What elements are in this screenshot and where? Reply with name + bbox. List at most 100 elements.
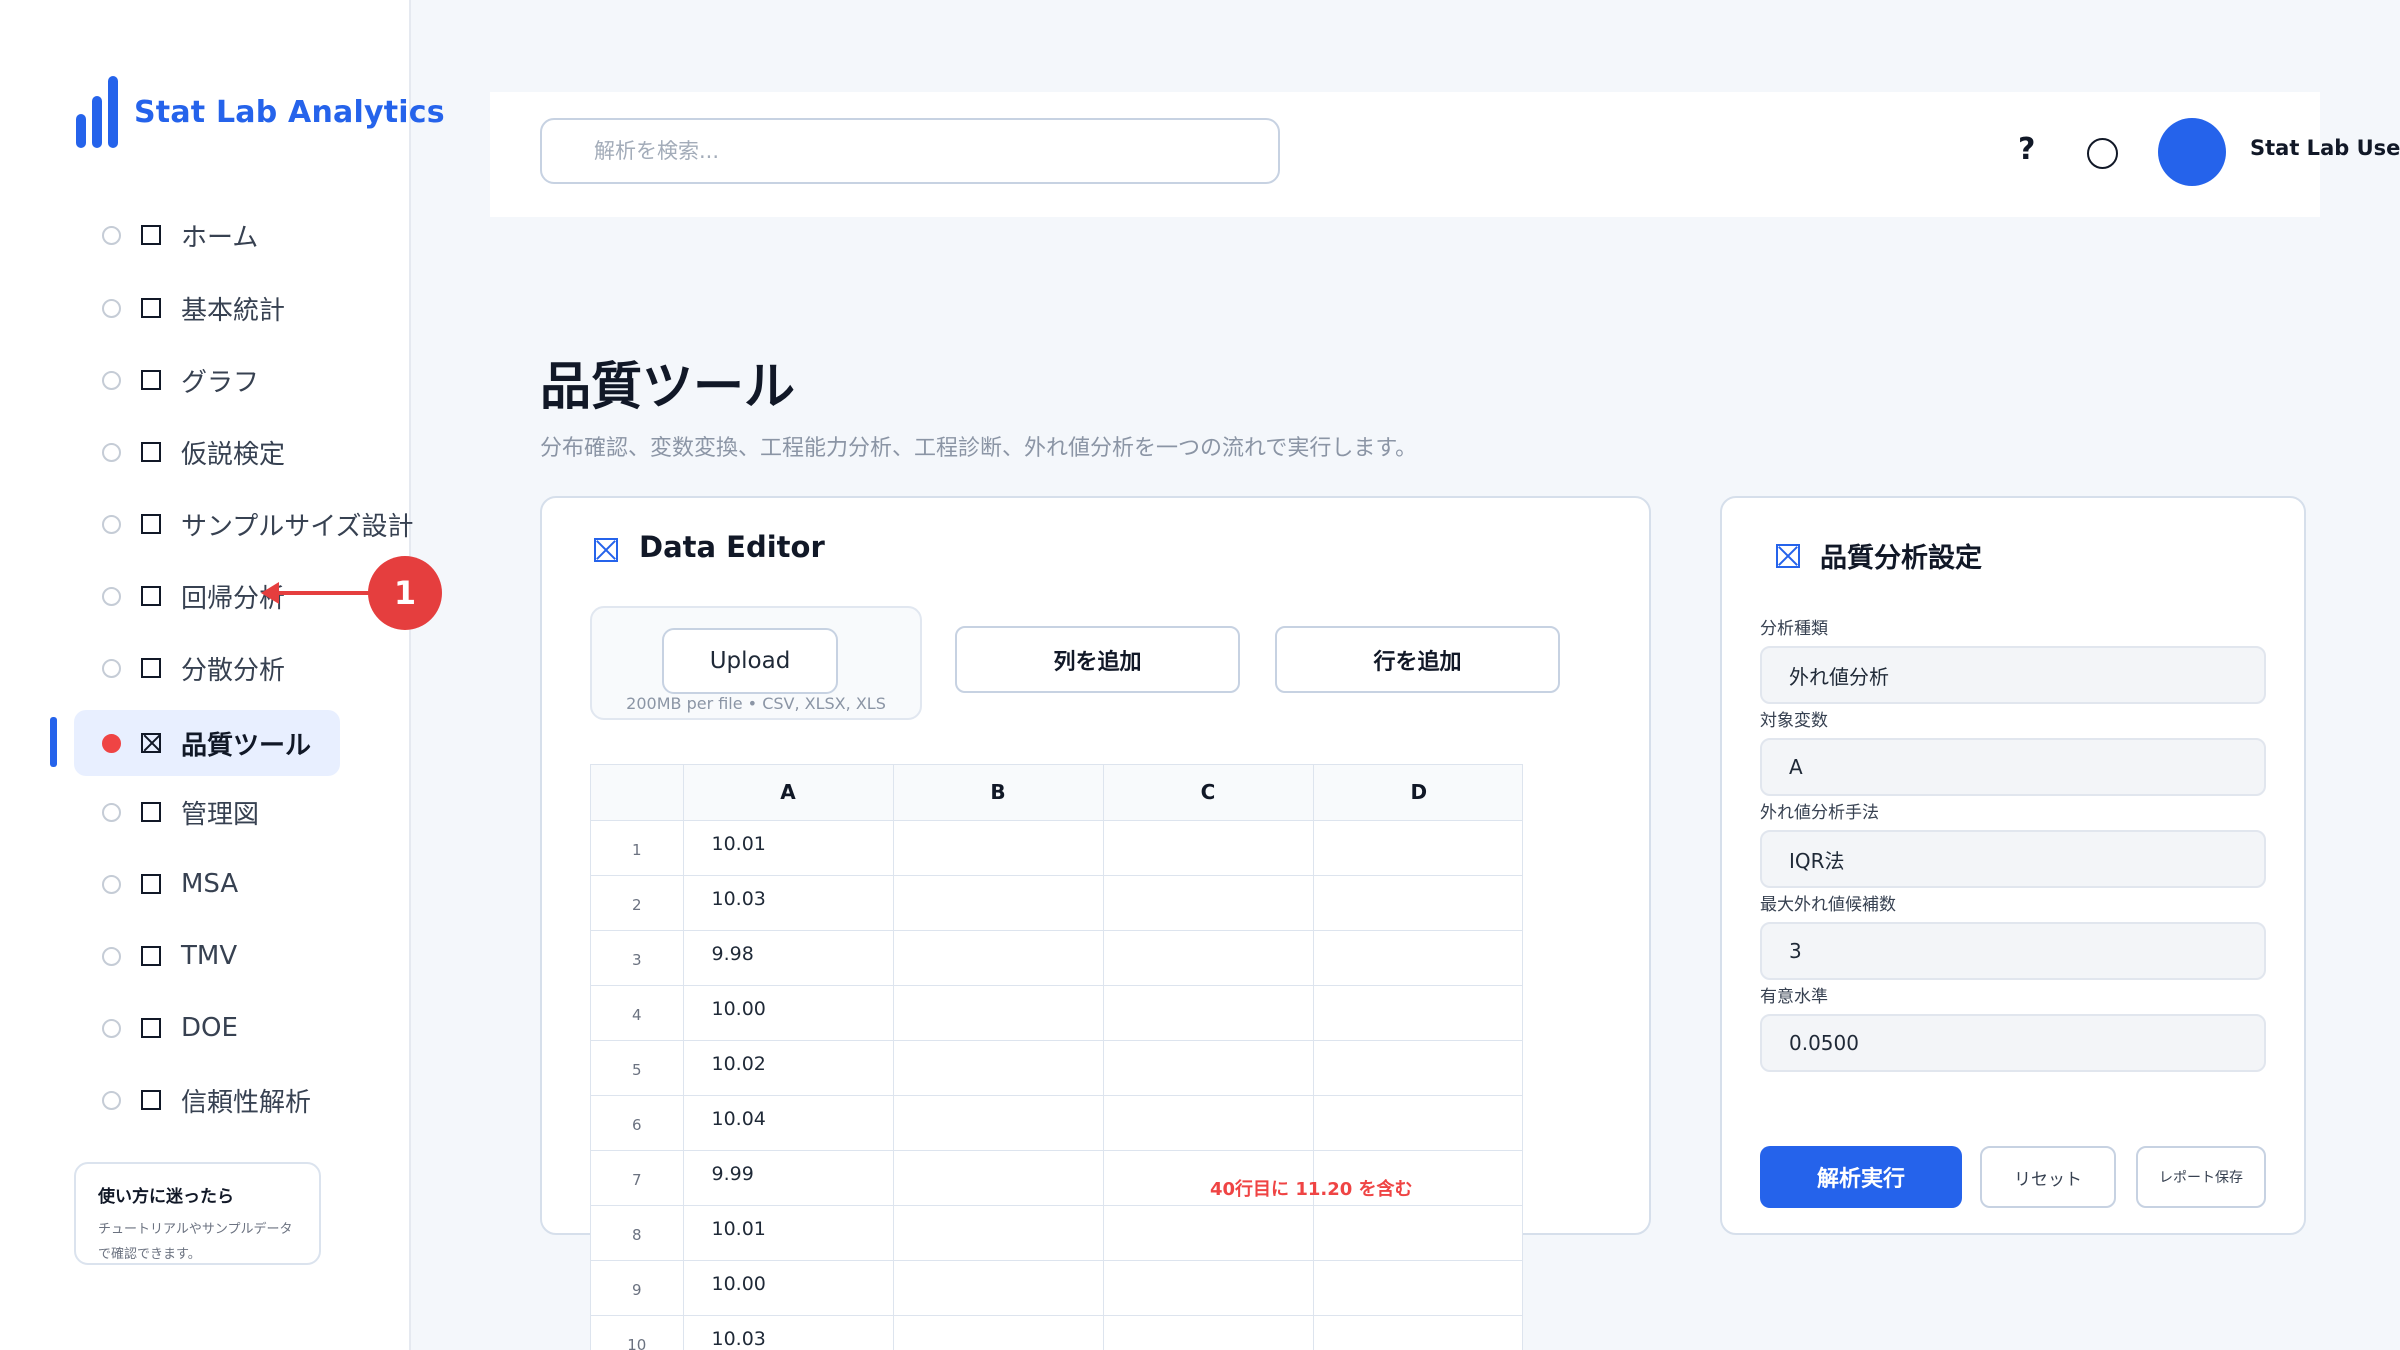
cell[interactable] <box>1313 985 1522 1041</box>
sidebar-item-control-chart[interactable]: 管理図 <box>74 779 340 845</box>
checkbox-icon <box>141 802 161 822</box>
row-number: 3 <box>591 930 684 986</box>
sidebar-item-label: 品質ツール <box>181 730 312 761</box>
cell[interactable] <box>893 1260 1104 1316</box>
data-grid[interactable]: A B C D 1 10.01 2 10.03 3 9.98 4 10.00 5… <box>590 764 1523 1350</box>
annotation-arrow-head-icon <box>261 582 279 604</box>
settings-title: 品質分析設定 <box>1820 543 1982 574</box>
sidebar-item-quality-tools[interactable]: 品質ツール <box>74 710 340 776</box>
cell[interactable]: 9.98 <box>683 930 894 986</box>
row-number: 2 <box>591 875 684 931</box>
significance-level-field[interactable]: 0.0500 <box>1760 1014 2266 1072</box>
sidebar-item-anova[interactable]: 分散分析 <box>74 635 340 701</box>
cell[interactable] <box>1103 1095 1314 1151</box>
reset-button[interactable]: リセット <box>1980 1146 2116 1208</box>
sidebar-item-label: 基本統計 <box>181 295 286 326</box>
cell[interactable] <box>893 875 1104 931</box>
cell[interactable] <box>893 930 1104 986</box>
add-column-button[interactable]: 列を追加 <box>955 626 1240 693</box>
cell[interactable]: 9.99 <box>683 1150 894 1206</box>
cell[interactable] <box>1313 1315 1522 1350</box>
cell[interactable] <box>1103 820 1314 876</box>
column-header-b[interactable]: B <box>893 765 1104 821</box>
cell[interactable]: 10.03 <box>683 875 894 931</box>
cell[interactable]: 10.04 <box>683 1095 894 1151</box>
sidebar-item-regression[interactable]: 回帰分析 <box>74 563 340 629</box>
cell[interactable] <box>1103 985 1314 1041</box>
row-number: 8 <box>591 1205 684 1261</box>
page-subtitle: 分布確認、変数変換、工程能力分析、工程診断、外れ値分析を一つの流れで実行します。 <box>540 436 1418 461</box>
radio-icon <box>102 370 121 390</box>
sidebar-item-doe[interactable]: DOE <box>74 995 340 1061</box>
run-analysis-button[interactable]: 解析実行 <box>1760 1146 1962 1208</box>
sidebar-item-basic-stats[interactable]: 基本統計 <box>74 275 340 341</box>
radio-icon <box>102 514 121 534</box>
cell[interactable]: 10.00 <box>683 1260 894 1316</box>
cell[interactable] <box>1103 1040 1314 1096</box>
cell[interactable] <box>1103 1315 1314 1350</box>
max-outliers-field[interactable]: 3 <box>1760 922 2266 980</box>
save-report-button[interactable]: レポート保存 <box>2136 1146 2266 1208</box>
help-card-title: 使い方に迷ったら <box>98 1187 234 1207</box>
row-number: 10 <box>591 1315 684 1350</box>
notification-circle-icon[interactable] <box>2087 138 2118 169</box>
outlier-method-select[interactable]: IQR法 <box>1760 830 2266 888</box>
avatar[interactable] <box>2158 118 2226 186</box>
cell[interactable] <box>893 1040 1104 1096</box>
cell[interactable]: 10.03 <box>683 1315 894 1350</box>
cell[interactable] <box>1103 875 1314 931</box>
cell[interactable]: 10.01 <box>683 1205 894 1261</box>
upload-button[interactable]: Upload <box>662 628 838 694</box>
cell[interactable] <box>1313 820 1522 876</box>
cell[interactable] <box>893 820 1104 876</box>
cell[interactable] <box>1313 1095 1522 1151</box>
cell[interactable] <box>1313 930 1522 986</box>
cell[interactable] <box>893 985 1104 1041</box>
cell[interactable] <box>1313 875 1522 931</box>
column-header-d[interactable]: D <box>1313 765 1522 821</box>
sidebar-item-tmv[interactable]: TMV <box>74 923 340 989</box>
sidebar-item-hypothesis-test[interactable]: 仮説検定 <box>74 419 340 485</box>
checkbox-icon <box>141 946 161 966</box>
user-name[interactable]: Stat Lab User <box>2250 136 2400 160</box>
sidebar-item-graph[interactable]: グラフ <box>74 347 340 413</box>
sidebar-item-label: ホーム <box>181 222 259 253</box>
cell[interactable] <box>893 1315 1104 1350</box>
sidebar-item-label: グラフ <box>181 367 260 398</box>
target-variable-select[interactable]: A <box>1760 738 2266 796</box>
radio-icon <box>102 658 121 678</box>
column-header-c[interactable]: C <box>1103 765 1314 821</box>
data-editor-title: Data Editor <box>639 530 825 564</box>
sidebar-item-sample-size[interactable]: サンプルサイズ設計 <box>74 491 413 557</box>
sidebar-item-msa[interactable]: MSA <box>74 851 340 917</box>
cell[interactable] <box>1103 930 1314 986</box>
sidebar-item-home[interactable]: ホーム <box>74 202 340 268</box>
sidebar-item-reliability[interactable]: 信頼性解析 <box>74 1067 340 1133</box>
sidebar-item-label: サンプルサイズ設計 <box>181 511 414 542</box>
cell[interactable]: 10.01 <box>683 820 894 876</box>
brand-name: Stat Lab Analytics <box>134 94 445 130</box>
cell[interactable] <box>1313 1260 1522 1316</box>
cell[interactable] <box>893 1095 1104 1151</box>
column-header-a[interactable]: A <box>683 765 894 821</box>
help-card[interactable]: 使い方に迷ったら チュートリアルやサンプルデータで確認できます。 <box>74 1162 321 1265</box>
help-question-icon[interactable]: ? <box>2018 132 2035 167</box>
cell[interactable] <box>1313 1040 1522 1096</box>
cell[interactable]: 10.02 <box>683 1040 894 1096</box>
cell[interactable] <box>1103 1205 1314 1261</box>
cell[interactable] <box>1103 1260 1314 1316</box>
search-input[interactable] <box>540 118 1280 184</box>
analysis-type-select[interactable]: 外れ値分析 <box>1760 646 2266 704</box>
brand[interactable]: Stat Lab Analytics <box>76 76 445 148</box>
sidebar-item-label: 仮説検定 <box>181 439 286 470</box>
cell[interactable] <box>893 1150 1104 1206</box>
upload-dropzone[interactable]: Upload 200MB per file • CSV, XLSX, XLS <box>590 606 922 720</box>
checkbox-icon <box>141 370 161 390</box>
cell[interactable]: 10.00 <box>683 985 894 1041</box>
cell[interactable] <box>1313 1205 1522 1261</box>
add-row-button[interactable]: 行を追加 <box>1275 626 1560 693</box>
checkbox-icon <box>141 225 161 245</box>
table-row: 5 10.02 <box>591 1040 1522 1096</box>
cell[interactable] <box>893 1205 1104 1261</box>
settings-table-icon <box>1776 544 1800 568</box>
